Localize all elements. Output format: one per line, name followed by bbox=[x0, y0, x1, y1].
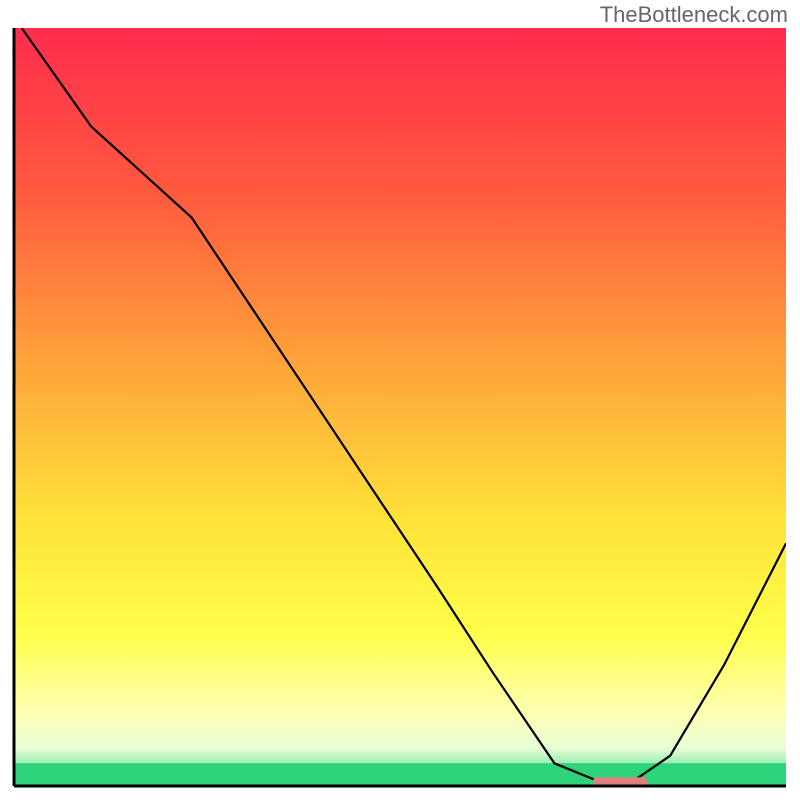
watermark-text: TheBottleneck.com bbox=[600, 2, 788, 28]
bottleneck-chart: TheBottleneck.com bbox=[0, 0, 800, 800]
green-band bbox=[14, 763, 786, 786]
chart-svg bbox=[0, 0, 800, 800]
gradient-background bbox=[14, 28, 786, 786]
